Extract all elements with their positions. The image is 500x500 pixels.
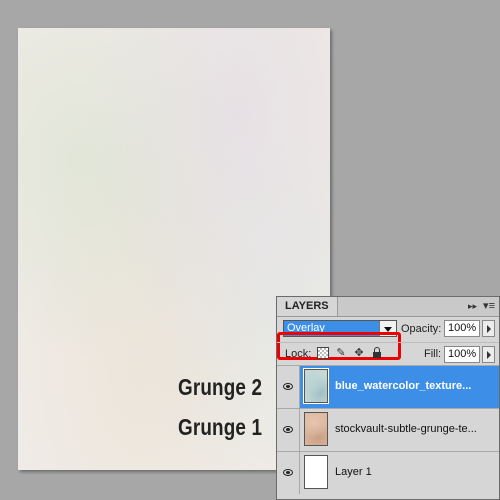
layer-thumbnail	[304, 412, 328, 446]
layers-panel: LAYERS ▸▸ ▾≡ Overlay Opacity: 100% Lock:…	[276, 296, 500, 500]
panel-controls: ▸▸ ▾≡	[468, 299, 495, 313]
panel-menu-icon[interactable]: ▾≡	[483, 299, 495, 313]
opacity-field[interactable]: 100%	[444, 320, 480, 337]
canvas-text-grunge-1: Grunge 1	[178, 414, 263, 440]
layer-row-grunge[interactable]: stockvault-subtle-grunge-te...	[277, 408, 499, 451]
layer-name[interactable]: Layer 1	[335, 466, 497, 478]
visibility-toggle[interactable]	[277, 452, 300, 494]
layer-thumbnail	[303, 368, 329, 404]
fill-slider-toggle[interactable]	[482, 346, 495, 363]
visibility-toggle[interactable]	[277, 409, 300, 451]
double-chevron-right-icon[interactable]: ▸▸	[468, 299, 477, 313]
eye-icon	[283, 426, 293, 433]
lock-icons: ✎ ✥	[317, 347, 383, 359]
fill-label: Fill:	[424, 348, 442, 360]
visibility-toggle[interactable]	[277, 366, 300, 408]
layer-name[interactable]: stockvault-subtle-grunge-te...	[335, 423, 497, 435]
lock-transparent-icon[interactable]	[317, 347, 329, 359]
eye-icon	[283, 469, 293, 476]
opacity-slider-toggle[interactable]	[482, 320, 495, 337]
fill-field[interactable]: 100%	[444, 346, 480, 363]
lock-move-icon[interactable]: ✥	[353, 347, 365, 359]
lock-paint-icon[interactable]: ✎	[335, 347, 347, 359]
layer-row-blue-watercolor[interactable]: blue_watercolor_texture...	[277, 365, 499, 408]
tab-layers[interactable]: LAYERS	[277, 297, 338, 316]
layer-row-layer-1[interactable]: Layer 1	[277, 451, 499, 494]
layer-name[interactable]: blue_watercolor_texture...	[335, 380, 497, 392]
opacity-label: Opacity:	[401, 323, 442, 335]
eye-icon	[283, 383, 293, 390]
layer-list: blue_watercolor_texture... stockvault-su…	[277, 365, 499, 494]
canvas-text-grunge-2: Grunge 2	[178, 374, 263, 400]
lock-label: Lock:	[285, 348, 312, 360]
blend-row: Overlay Opacity: 100%	[277, 317, 499, 360]
panel-tab-bar: LAYERS ▸▸ ▾≡	[277, 297, 499, 317]
layer-thumbnail	[304, 455, 328, 489]
lock-all-icon[interactable]	[371, 347, 383, 359]
lock-row: Lock: ✎ ✥ Fill: 100%	[277, 342, 499, 365]
